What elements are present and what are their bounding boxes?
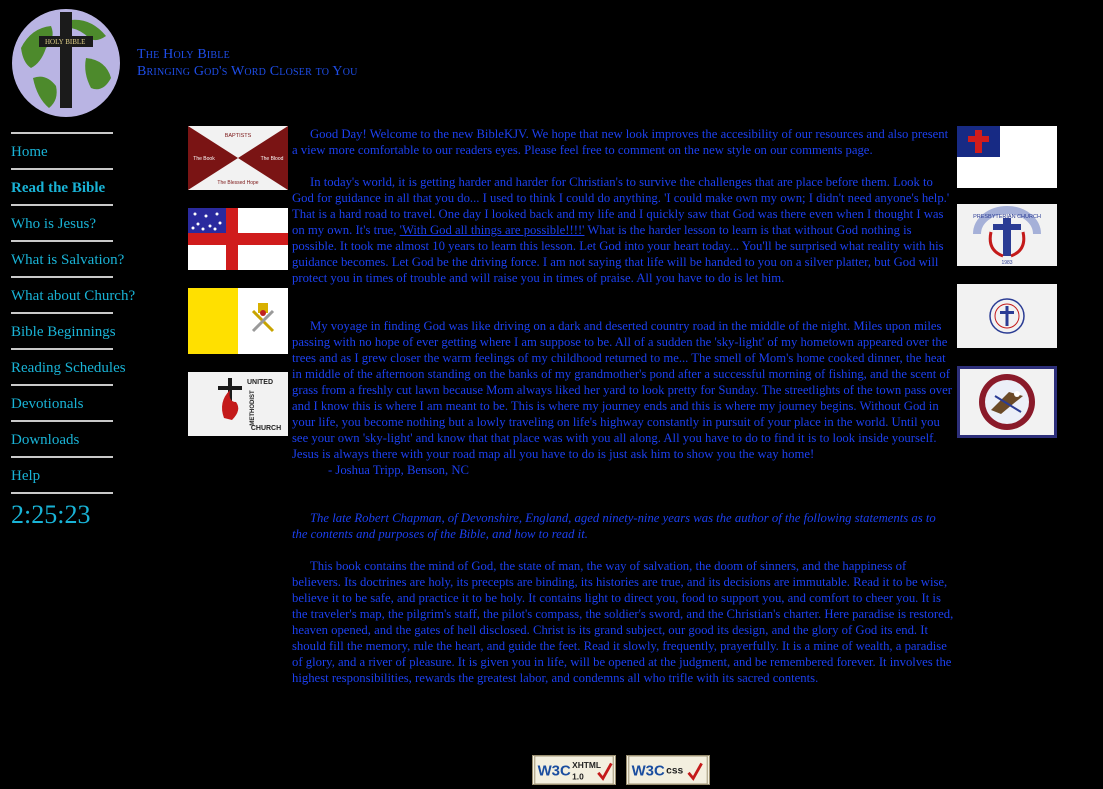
nav-bible-beginnings[interactable]: Bible Beginnings [11,314,121,348]
nav-downloads[interactable]: Downloads [11,422,121,456]
flag-text: CHURCH [251,425,281,432]
chapman-intro: The late Robert Chapman, of Devonshire, … [292,511,936,541]
flag-text: The Blood [261,156,284,162]
nav-what-about-church[interactable]: What about Church? [11,278,135,312]
presbyterian-flag-icon: PRESBYTERIAN CHURCH 1983 [957,204,1057,266]
comments-page-link[interactable]: comments page [790,143,869,157]
vatican-flag-icon [188,288,288,354]
methodist-flag-icon: UNITED METHODIST CHURCH [188,372,288,436]
badge-w3c: W3C [538,763,571,780]
church-seal-flag-icon [957,284,1057,348]
nav-separator [11,492,113,494]
christian-flag-icon [957,126,1057,188]
nav-reading-schedules[interactable]: Reading Schedules [11,350,126,384]
main-content: Good Day! Welcome to the new BibleKJV. W… [292,126,954,686]
main-nav: Home Read the Bible Who is Jesus? What i… [11,132,135,530]
site-tagline: Bringing God's Word Closer to You [137,64,358,79]
w3c-css-badge[interactable]: W3C css [626,755,710,785]
flag-text: BAPTISTS [225,133,252,139]
baptist-flag-icon: BAPTISTS The Book The Blood The Blessed … [188,126,288,190]
voyage-paragraph: My voyage in finding God was like drivin… [292,318,954,478]
flag-text: The Blessed Hope [217,180,258,186]
flag-text: UNITED [247,379,273,386]
badge-label: XHTML [572,760,601,770]
episcopal-flag-icon [188,208,288,270]
voyage-text: My voyage in finding God was like drivin… [292,319,952,461]
flag-text: The Book [193,156,215,162]
logo-text: HOLY BIBLE [45,38,85,46]
nav-home[interactable]: Home [11,134,121,168]
eagle-seal-flag-icon [957,366,1057,438]
voyage-author: - Joshua Tripp, Benson, NC [328,463,469,477]
nav-what-is-salvation[interactable]: What is Salvation? [11,242,124,276]
with-god-all-things-link[interactable]: 'With God all things are possible!!!!' [400,223,585,237]
flag-text: METHODIST [250,390,256,426]
badge-version: 1.0 [572,771,584,781]
bible-description-paragraph: This book contains the mind of God, the … [292,559,954,685]
todays-world-paragraph: In today's world, it is getting harder a… [292,174,954,286]
clock: 2:25:23 [11,500,91,529]
badge-w3c: W3C [632,763,665,780]
site-title: The Holy Bible Bringing God's Word Close… [137,46,358,80]
flag-text: 1983 [1001,260,1012,266]
globe-cross-logo[interactable]: HOLY BIBLE [11,8,121,118]
nav-help[interactable]: Help [11,458,121,492]
nav-read-the-bible[interactable]: Read the Bible [11,170,121,204]
site-title-line1: The Holy Bible [137,47,230,62]
badge-label: css [666,766,683,777]
nav-who-is-jesus[interactable]: Who is Jesus? [11,206,121,240]
nav-devotionals[interactable]: Devotionals [11,386,121,420]
welcome-paragraph: Good Day! Welcome to the new BibleKJV. W… [292,126,954,158]
welcome-end: . [869,143,873,157]
w3c-xhtml-badge[interactable]: W3C XHTML 1.0 [532,755,616,785]
